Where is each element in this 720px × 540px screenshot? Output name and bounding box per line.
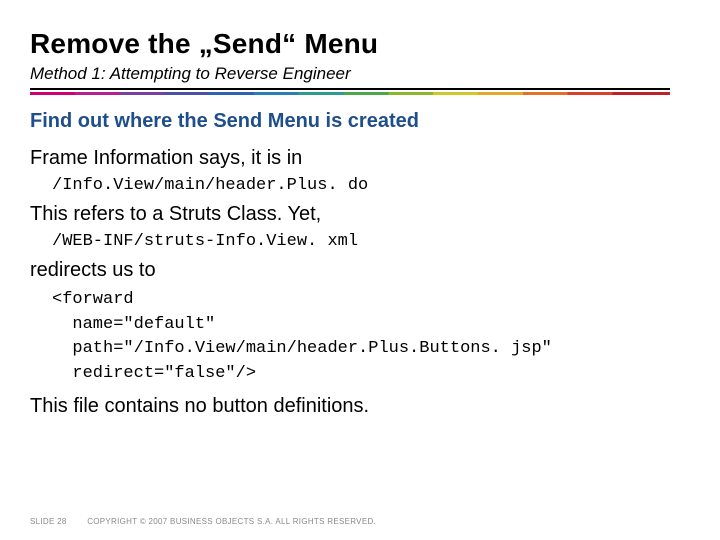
title-underline	[30, 88, 670, 90]
code-block-forward: <forward name="default" path="/Info.View…	[52, 288, 690, 387]
slide-subtitle: Method 1: Attempting to Reverse Engineer	[30, 64, 351, 84]
code-path-2: /WEB-INF/struts-Info.View. xml	[52, 232, 690, 251]
body-text: redirects us to	[30, 259, 690, 282]
slide-title: Remove the „Send“ Menu	[30, 28, 378, 60]
section-heading: Find out where the Send Menu is created	[30, 110, 690, 133]
body-text: This refers to a Struts Class. Yet,	[30, 203, 690, 226]
slide: Remove the „Send“ Menu Method 1: Attempt…	[0, 0, 720, 540]
slide-number: SLIDE 28	[30, 517, 67, 526]
slide-footer: SLIDE 28 COPYRIGHT © 2007 BUSINESS OBJEC…	[30, 517, 376, 526]
rainbow-divider	[30, 92, 670, 95]
code-path-1: /Info.View/main/header.Plus. do	[52, 176, 690, 195]
slide-content: Find out where the Send Menu is created …	[30, 110, 690, 424]
body-text: Frame Information says, it is in	[30, 147, 690, 170]
body-text: This file contains no button definitions…	[30, 395, 690, 418]
copyright-text: COPYRIGHT © 2007 BUSINESS OBJECTS S.A. A…	[87, 517, 376, 526]
